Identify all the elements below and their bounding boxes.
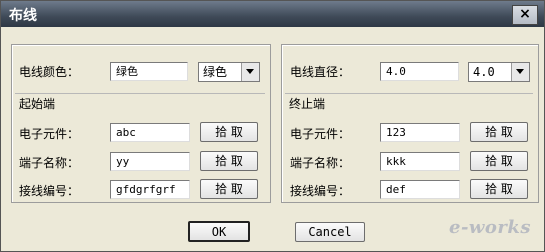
finish-terminal-input[interactable]: kkk — [380, 152, 460, 171]
chevron-down-icon[interactable] — [241, 63, 259, 81]
start-terminal-pick-button[interactable]: 拾 取 — [200, 151, 258, 171]
start-end-group-label: 起始端 — [17, 95, 58, 112]
start-component-pick-button[interactable]: 拾 取 — [200, 122, 258, 142]
wire-diameter-input[interactable]: 4.0 — [380, 62, 459, 81]
finish-component-pick-button[interactable]: 拾 取 — [470, 122, 528, 142]
start-wire-no-input[interactable]: gfdgrfgrf — [110, 180, 190, 199]
left-separator — [15, 93, 265, 94]
close-button[interactable]: × — [512, 5, 538, 25]
start-component-label: 电子元件： — [19, 127, 80, 141]
wire-color-select-value: 绿色 — [203, 65, 228, 79]
finish-wire-no-pick-button[interactable]: 拾 取 — [470, 179, 528, 199]
finish-end-group-label: 终止端 — [287, 95, 328, 112]
finish-terminal-label: 端子名称： — [290, 156, 351, 170]
cancel-button[interactable]: Cancel — [295, 222, 365, 242]
finish-terminal-pick-button[interactable]: 拾 取 — [470, 151, 528, 171]
finish-wire-no-label: 接线编号： — [290, 184, 351, 198]
eworks-watermark-logo: e-works — [449, 217, 532, 238]
wire-color-label: 电线颜色： — [19, 65, 80, 79]
start-wire-no-pick-button[interactable]: 拾 取 — [200, 179, 258, 199]
title-bar[interactable]: 布线 × — [1, 1, 544, 27]
chevron-down-icon[interactable] — [511, 63, 529, 81]
finish-wire-no-input[interactable]: def — [380, 180, 460, 199]
start-component-input[interactable]: abc — [110, 123, 190, 142]
wire-color-select[interactable]: 绿色 — [198, 62, 260, 82]
right-separator — [285, 93, 533, 94]
finish-component-input[interactable]: 123 — [380, 123, 460, 142]
wire-diameter-label: 电线直径： — [290, 65, 351, 79]
ok-button[interactable]: OK — [188, 221, 250, 242]
start-terminal-input[interactable]: yy — [110, 152, 190, 171]
window-title: 布线 — [9, 8, 37, 24]
start-terminal-label: 端子名称： — [19, 156, 80, 170]
wire-diameter-select-value: 4.0 — [473, 65, 495, 79]
wire-diameter-select[interactable]: 4.0 — [468, 62, 530, 82]
wire-color-input[interactable]: 绿色 — [110, 62, 188, 81]
wiring-dialog: 布线 × 电线颜色： 绿色 绿色 起始端 电子元件： abc 拾 取 端子名称：… — [0, 0, 545, 252]
start-wire-no-label: 接线编号： — [19, 184, 80, 198]
finish-component-label: 电子元件： — [290, 127, 351, 141]
